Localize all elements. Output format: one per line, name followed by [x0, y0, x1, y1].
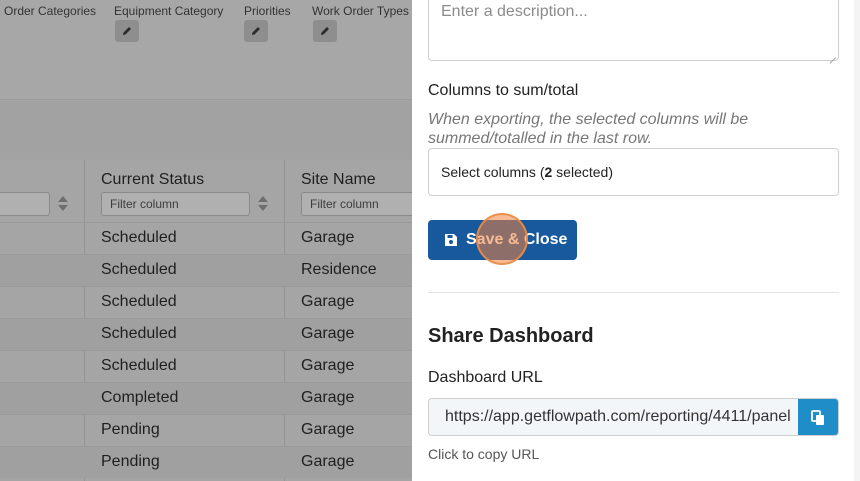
description-textarea[interactable]: Enter a description...: [428, 0, 839, 61]
pencil-icon: [252, 27, 260, 35]
select-suffix: selected): [552, 164, 613, 180]
current-status-filter-input[interactable]: Filter column: [101, 192, 250, 216]
column-header-site-name[interactable]: Site Name: [301, 171, 376, 189]
table-row[interactable]: Scheduled Garage: [0, 222, 412, 254]
floppy-disk-icon: [445, 234, 457, 246]
table-row[interactable]: Scheduled Residence: [0, 254, 412, 286]
table-row[interactable]: Pending Garage: [0, 414, 412, 446]
category-work-order-types: Work Order Types: [312, 4, 409, 18]
section-divider: [428, 292, 839, 293]
site-cell: Garage: [301, 453, 355, 470]
share-dashboard-heading: Share Dashboard: [428, 325, 594, 347]
site-cell: Garage: [301, 421, 355, 438]
dashboard-url-value[interactable]: https://app.getflowpath.com/reporting/44…: [445, 408, 791, 426]
resize-handle-icon[interactable]: [828, 50, 836, 58]
save-close-label: Save & Close: [466, 231, 568, 248]
copy-icon: [811, 410, 824, 425]
site-cell: Garage: [301, 389, 355, 406]
category-equipment-category: Equipment Category: [114, 4, 224, 18]
toolbar-band: [0, 101, 412, 159]
filter-input[interactable]: [0, 192, 50, 216]
description-placeholder: Enter a description...: [441, 3, 588, 20]
columns-to-sum-label: Columns to sum/total: [428, 82, 579, 99]
dashboard-settings-panel: Enter a description... Columns to sum/to…: [412, 0, 860, 481]
pencil-icon: [321, 27, 329, 35]
select-prefix: Select columns (: [441, 164, 545, 180]
table-row[interactable]: Pending Garage: [0, 446, 412, 478]
site-cell: Garage: [301, 357, 355, 374]
columns-help-text: When exporting, the selected columns wil…: [428, 111, 749, 147]
edit-equipment-category-button[interactable]: [115, 20, 139, 42]
columns-select[interactable]: Select columns (2 selected): [428, 148, 839, 196]
status-cell: Pending: [101, 453, 160, 470]
status-cell: Pending: [101, 421, 160, 438]
copy-url-hint: Click to copy URL: [428, 446, 540, 462]
site-cell: Garage: [301, 325, 355, 342]
status-cell: Scheduled: [101, 261, 177, 278]
column-header-current-status[interactable]: Current Status: [101, 171, 204, 189]
status-cell: Scheduled: [101, 325, 177, 342]
table-row[interactable]: Scheduled Garage: [0, 318, 412, 350]
pencil-icon: [123, 27, 131, 35]
copy-url-button[interactable]: [798, 399, 838, 435]
status-cell: Scheduled: [101, 229, 177, 246]
status-cell: Completed: [101, 389, 179, 406]
sort-icon[interactable]: [58, 196, 68, 212]
status-cell: Scheduled: [101, 293, 177, 310]
site-cell: Garage: [301, 229, 355, 246]
category-order-categories: Order Categories: [4, 4, 97, 18]
table-row[interactable]: Scheduled Garage: [0, 350, 412, 382]
status-cell: Scheduled: [101, 357, 177, 374]
dashboard-url-field[interactable]: https://app.getflowpath.com/reporting/44…: [428, 398, 839, 436]
site-cell: Garage: [301, 293, 355, 310]
site-cell: Residence: [301, 261, 377, 278]
panel-scrollbar[interactable]: [854, 0, 860, 481]
table-row[interactable]: Scheduled Garage: [0, 286, 412, 318]
dashboard-url-label: Dashboard URL: [428, 369, 543, 386]
sort-icon[interactable]: [258, 196, 268, 212]
table-row[interactable]: Completed Garage: [0, 382, 412, 414]
site-name-filter-input[interactable]: Filter column: [301, 192, 412, 216]
edit-priorities-button[interactable]: [244, 20, 268, 42]
background-app: Order Categories Equipment Category Prio…: [0, 0, 412, 481]
category-priorities: Priorities: [244, 4, 291, 18]
edit-work-order-types-button[interactable]: [313, 20, 337, 42]
save-close-button[interactable]: Save & Close: [428, 220, 577, 260]
